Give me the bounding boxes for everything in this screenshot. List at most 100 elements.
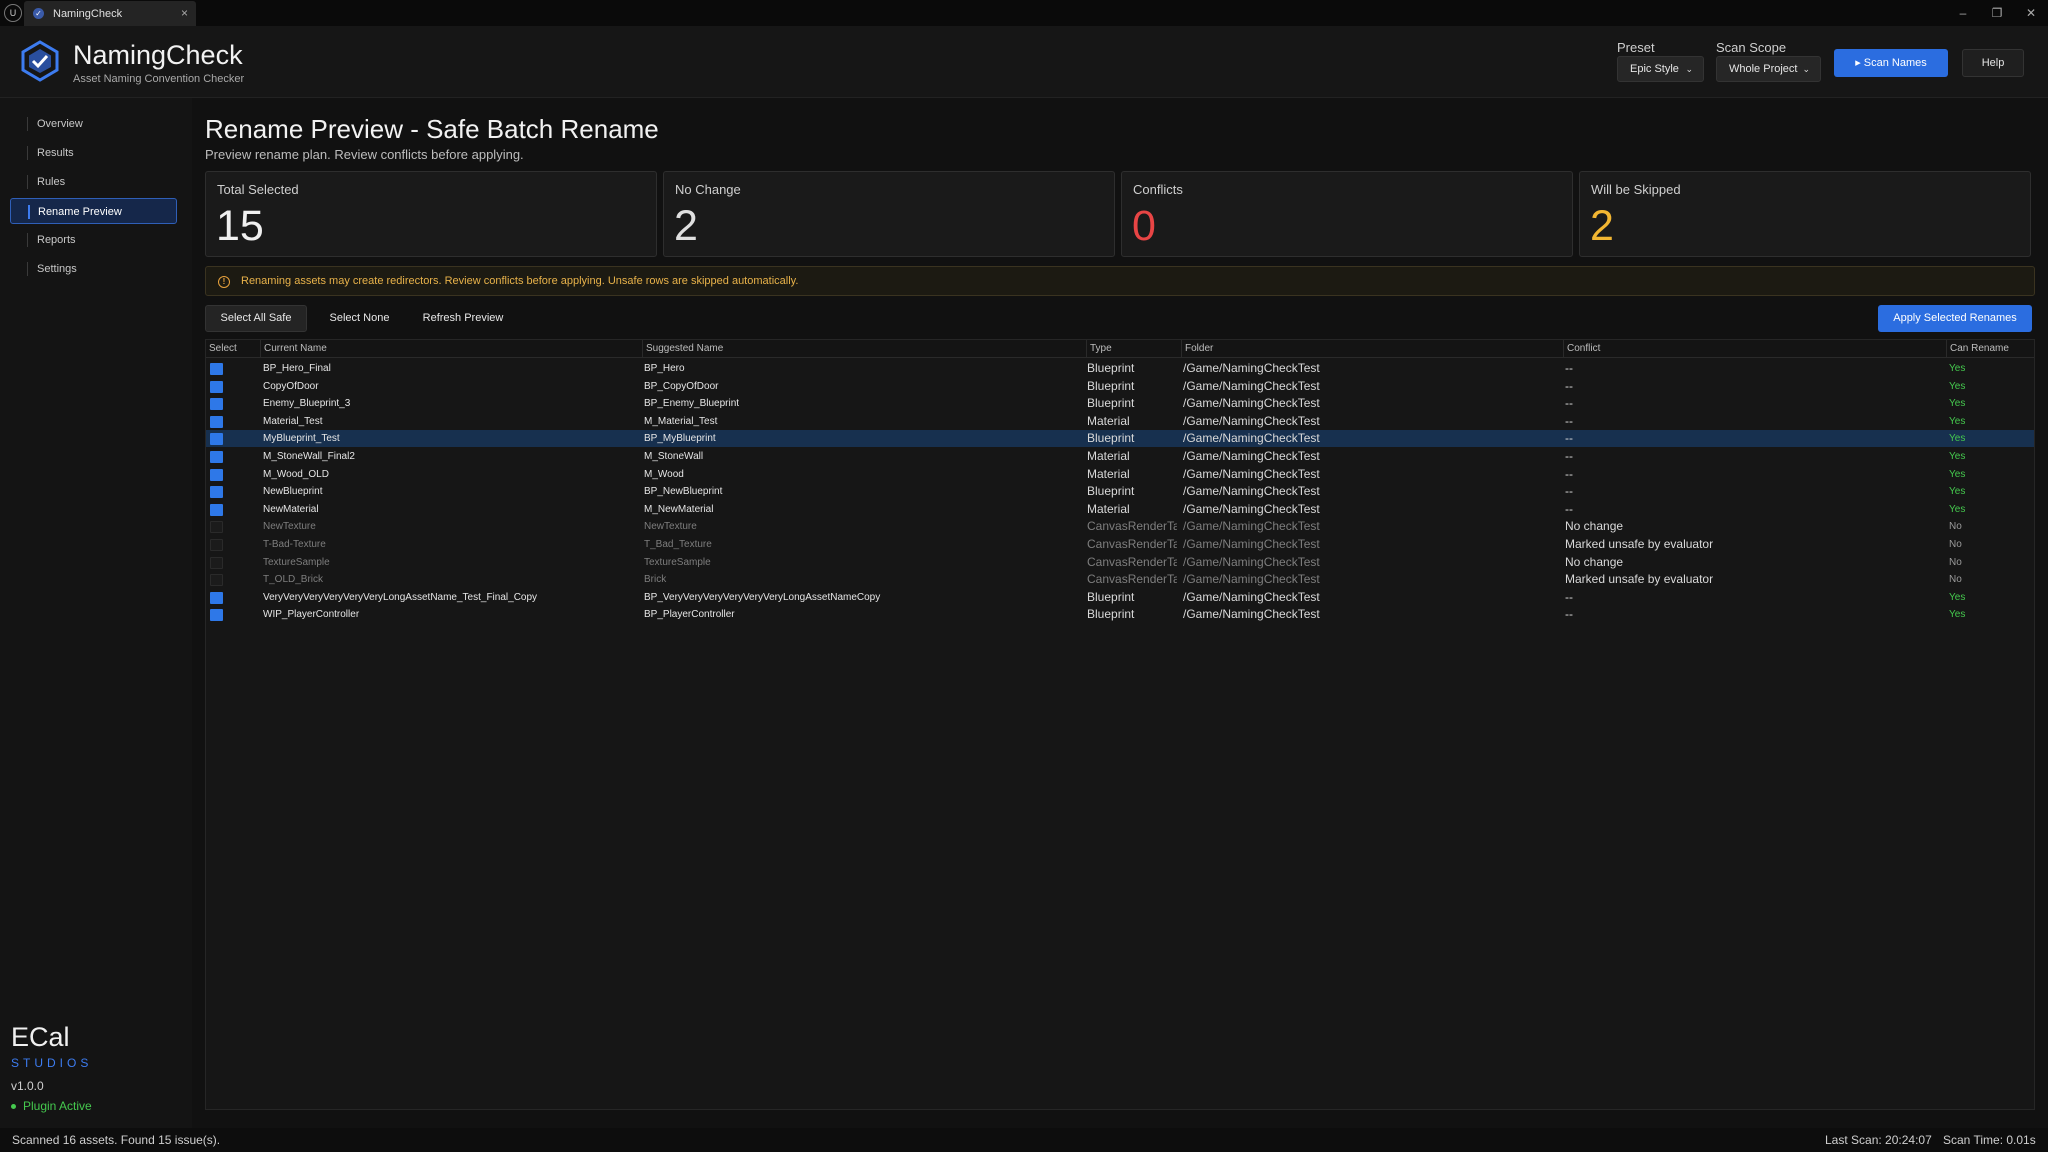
sidebar-item-settings[interactable]: Settings	[10, 256, 177, 282]
preset-label: Preset	[1617, 40, 1655, 55]
row-checkbox[interactable]	[210, 574, 223, 587]
table-row[interactable]: M_Wood_OLD M_Wood Material /Game/NamingC…	[206, 466, 2034, 483]
table-row-selected[interactable]: MyBlueprint_Test BP_MyBlueprint Blueprin…	[206, 430, 2034, 448]
studio-brand-subtitle: STUDIOS	[11, 1056, 93, 1070]
table-row[interactable]: BP_Hero_Final BP_Hero Blueprint /Game/Na…	[206, 360, 2034, 377]
row-checkbox[interactable]	[210, 609, 223, 622]
last-scan-time: Last Scan: 20:24:07	[1825, 1133, 1932, 1147]
can-rename-cell: Yes	[1949, 468, 1966, 480]
can-rename-cell: No	[1949, 556, 1962, 568]
current-name-cell: Material_Test	[263, 415, 323, 427]
can-rename-cell: Yes	[1949, 609, 1966, 621]
current-name-cell: NewTexture	[263, 521, 316, 533]
restore-icon[interactable]: ❐	[1987, 3, 2007, 23]
conflict-cell: --	[1565, 607, 1573, 622]
folder-cell: /Game/NamingCheckTest	[1183, 554, 1320, 569]
sidebar-item-rules[interactable]: Rules	[10, 169, 177, 195]
folder-cell: /Game/NamingCheckTest	[1183, 607, 1320, 622]
row-checkbox[interactable]	[210, 380, 223, 393]
row-checkbox[interactable]	[210, 521, 223, 534]
stat-value: 2	[1590, 202, 1614, 250]
can-rename-cell: Yes	[1949, 486, 1966, 498]
table-row[interactable]: CopyOfDoor BP_CopyOfDoor Blueprint /Game…	[206, 378, 2034, 395]
tab-namingcheck[interactable]: ✓ NamingCheck ×	[24, 1, 196, 26]
scan-names-button[interactable]: ▸ Scan Names	[1834, 49, 1948, 77]
table-row[interactable]: NewBlueprint BP_NewBlueprint Blueprint /…	[206, 483, 2034, 500]
table-row[interactable]: VeryVeryVeryVeryVeryVeryLongAssetName_Te…	[206, 589, 2034, 606]
table-row[interactable]: T_OLD_Brick Brick CanvasRenderTarget2D /…	[206, 571, 2034, 588]
scan-scope-dropdown[interactable]: Whole Project ⌄	[1716, 56, 1821, 82]
chevron-down-icon: ⌄	[1802, 64, 1810, 74]
close-window-icon[interactable]: ✕	[2021, 3, 2041, 23]
type-cell: Material	[1087, 501, 1130, 516]
select-none-button[interactable]: Select None	[312, 305, 407, 332]
folder-cell: /Game/NamingCheckTest	[1183, 501, 1320, 516]
apply-selected-renames-button[interactable]: Apply Selected Renames	[1878, 305, 2032, 332]
table-row[interactable]: NewTexture NewTexture CanvasRenderTarget…	[206, 518, 2034, 535]
table-row[interactable]: TextureSample TextureSample CanvasRender…	[206, 554, 2034, 571]
table-row[interactable]: Material_Test M_Material_Test Material /…	[206, 413, 2034, 430]
page-subtitle: Preview rename plan. Review conflicts be…	[205, 147, 524, 162]
type-cell: CanvasRenderTarget2D	[1087, 554, 1177, 569]
conflict-cell: --	[1565, 449, 1573, 463]
plugin-status-label: Plugin Active	[23, 1099, 92, 1113]
folder-cell: /Game/NamingCheckTest	[1183, 466, 1320, 481]
current-name-cell: M_Wood_OLD	[263, 468, 329, 480]
row-checkbox[interactable]	[210, 556, 223, 569]
column-header-can-rename[interactable]: Can Rename	[1946, 340, 2034, 358]
row-checkbox[interactable]	[210, 363, 223, 375]
stat-value: 0	[1132, 202, 1156, 250]
nav-indicator	[27, 117, 28, 131]
column-header-conflict[interactable]: Conflict	[1563, 340, 1946, 358]
conflict-cell: --	[1565, 501, 1573, 516]
suggested-name-cell: BP_CopyOfDoor	[644, 380, 719, 392]
column-header-suggested-name[interactable]: Suggested Name	[642, 340, 1086, 358]
conflict-cell: --	[1565, 378, 1573, 393]
row-checkbox[interactable]	[210, 451, 223, 463]
row-checkbox[interactable]	[210, 539, 223, 551]
suggested-name-cell: M_StoneWall	[644, 451, 704, 462]
nav-indicator	[27, 146, 28, 160]
type-cell: Blueprint	[1087, 607, 1135, 622]
row-checkbox[interactable]	[210, 591, 223, 604]
refresh-preview-button[interactable]: Refresh Preview	[408, 305, 518, 332]
type-cell: CanvasRenderTarget2D	[1087, 572, 1177, 587]
sidebar-item-rename-preview[interactable]: Rename Preview	[10, 198, 177, 224]
select-all-safe-button[interactable]: Select All Safe	[205, 305, 307, 332]
table-row[interactable]: Enemy_Blueprint_3 BP_Enemy_Blueprint Blu…	[206, 395, 2034, 412]
can-rename-cell: Yes	[1949, 433, 1966, 445]
help-button[interactable]: Help	[1962, 49, 2024, 77]
folder-cell: /Game/NamingCheckTest	[1183, 396, 1320, 411]
row-checkbox[interactable]	[210, 503, 223, 516]
current-name-cell: TextureSample	[263, 556, 330, 568]
table-row[interactable]: WIP_PlayerController BP_PlayerController…	[206, 606, 2034, 623]
sidebar-item-reports[interactable]: Reports	[10, 227, 177, 253]
column-header-folder[interactable]: Folder	[1181, 340, 1563, 358]
type-cell: Material	[1087, 449, 1130, 463]
folder-cell: /Game/NamingCheckTest	[1183, 519, 1320, 534]
sidebar-item-label: Rules	[37, 176, 66, 188]
row-checkbox[interactable]	[210, 468, 223, 481]
table-row[interactable]: T-Bad-Texture T_Bad_Texture CanvasRender…	[206, 536, 2034, 553]
table-row[interactable]: NewMaterial M_NewMaterial Material /Game…	[206, 501, 2034, 518]
status-bar: Scanned 16 assets. Found 15 issue(s). La…	[0, 1128, 2048, 1152]
column-header-type[interactable]: Type	[1086, 340, 1181, 358]
app-header: NamingCheck Asset Naming Convention Chec…	[0, 26, 2048, 98]
tab-close-icon[interactable]: ×	[181, 6, 188, 20]
row-checkbox[interactable]	[210, 398, 223, 411]
type-cell: Blueprint	[1087, 361, 1135, 375]
row-checkbox[interactable]	[210, 486, 223, 499]
sidebar-item-overview[interactable]: Overview	[10, 111, 177, 137]
minimize-icon[interactable]: –	[1953, 3, 1973, 23]
sidebar: Overview Results Rules Rename Preview Re…	[0, 98, 192, 1128]
conflict-cell: No change	[1565, 554, 1624, 569]
folder-cell: /Game/NamingCheckTest	[1183, 449, 1320, 463]
preset-dropdown[interactable]: Epic Style ⌄	[1617, 56, 1704, 82]
table-row[interactable]: M_StoneWall_Final2 M_StoneWall Material …	[206, 448, 2034, 465]
sidebar-item-results[interactable]: Results	[10, 140, 177, 166]
current-name-cell: NewMaterial	[263, 503, 319, 515]
column-header-current-name[interactable]: Current Name	[260, 340, 642, 358]
column-header-select[interactable]: Select	[206, 340, 260, 358]
row-checkbox[interactable]	[210, 415, 223, 428]
row-checkbox[interactable]	[210, 433, 223, 446]
